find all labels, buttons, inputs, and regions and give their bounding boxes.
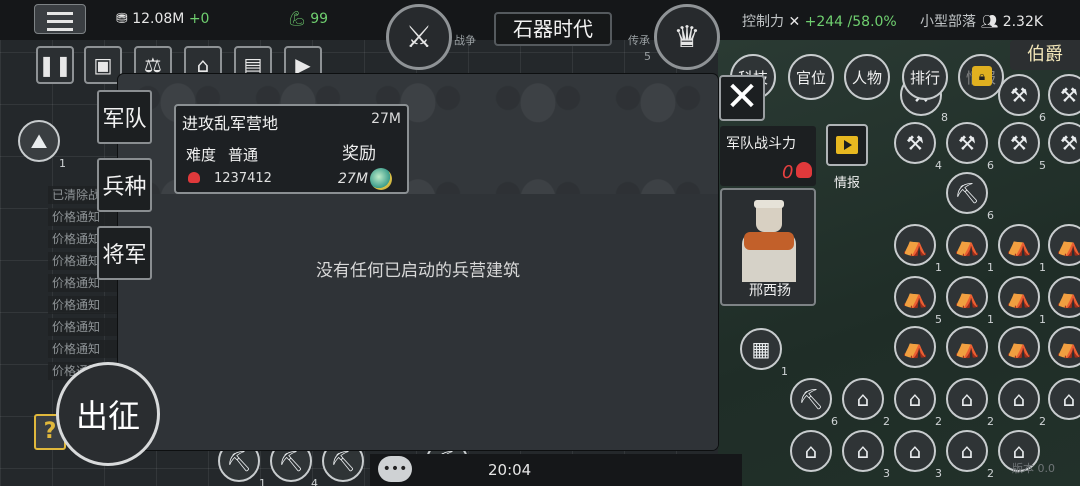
info-button[interactable] xyxy=(826,124,868,166)
general-card[interactable]: 邢西扬 xyxy=(720,188,816,306)
control-value: +244 xyxy=(804,14,844,30)
difficulty-value: 普通 xyxy=(228,146,259,164)
tab-army-label: 军队 xyxy=(102,107,147,132)
dialog-body xyxy=(118,194,718,450)
info-label: 情报 xyxy=(834,176,861,191)
mission-title: 进攻乱军营地 xyxy=(182,114,279,133)
difficulty-label: 难度 xyxy=(186,146,217,164)
legacy-label: 传承 xyxy=(628,34,650,47)
nav-people-label: 人物 xyxy=(851,68,882,87)
hammer-tile-icon[interactable]: ⚒ 6 xyxy=(946,122,994,172)
lock-icon: 🔒︎ xyxy=(972,66,992,86)
menu-button[interactable] xyxy=(34,4,86,34)
march-button[interactable]: 出征 xyxy=(56,362,160,466)
tent-tile-icon[interactable]: ⛺ 1 xyxy=(946,276,994,326)
tent-tile-icon[interactable]: ⛺ xyxy=(946,326,988,368)
hammer-tile-icon[interactable]: ⚒ 6 xyxy=(998,74,1046,124)
hammer-tile-icon[interactable]: ⚒ 4 xyxy=(894,122,942,172)
house-tile-icon[interactable]: ⌂ 2 xyxy=(946,378,994,428)
tent-tile-icon[interactable]: ⛺ 1 xyxy=(998,224,1046,274)
nav-ranking-label: 排行 xyxy=(909,68,940,87)
crossed-tools-icon: ✕ xyxy=(788,14,801,30)
save-button[interactable]: ▣ xyxy=(84,46,122,84)
muscle-icon: 💪︎ xyxy=(288,11,306,27)
rank-badge[interactable]: 伯爵 xyxy=(1010,40,1080,70)
house-tile-icon[interactable]: ⌂ 2 xyxy=(946,430,994,480)
empty-message: 没有任何已启动的兵营建筑 xyxy=(316,261,520,281)
chat-bar xyxy=(370,454,742,486)
save-icon: ▣ xyxy=(93,53,113,77)
tab-unit-types[interactable]: 兵种 xyxy=(97,158,152,212)
nav-office-label: 官位 xyxy=(795,68,826,87)
reward-label: 奖励 xyxy=(342,144,376,164)
control-label: 控制力 xyxy=(742,14,784,30)
general-name: 邢西扬 xyxy=(749,283,791,299)
house-tile-icon[interactable]: ⌂ xyxy=(790,430,832,472)
money-value: 12.08M xyxy=(132,11,185,27)
pickaxe-tile-icon[interactable]: ⛏ 6 xyxy=(790,378,838,428)
strength-stat: 💪︎ 99 xyxy=(288,11,328,27)
money-delta: +0 xyxy=(188,11,210,27)
house-tile-icon[interactable]: ⌂ 2 xyxy=(842,378,890,428)
skull-icon xyxy=(188,172,200,183)
army-power-panel: 军队战斗力 0 xyxy=(720,126,816,186)
pause-icon: ❚❚ xyxy=(38,53,72,77)
close-icon: ✕ xyxy=(725,74,759,120)
mission-reward-top: 27M xyxy=(371,111,401,127)
close-button[interactable]: ✕ xyxy=(719,75,765,121)
play-icon xyxy=(836,136,858,154)
crossed-swords-icon: ⚔ xyxy=(405,19,433,55)
nav-ranking[interactable]: 排行 xyxy=(902,54,948,100)
legacy-count: 5 xyxy=(644,50,651,63)
people-icon: 👥︎ xyxy=(980,14,999,30)
coins-icon: ⛃ xyxy=(116,11,128,27)
army-power-value: 0 xyxy=(782,162,794,183)
coin-icon xyxy=(370,168,392,190)
population-value: 2.32K xyxy=(1002,14,1044,30)
army-power-label: 军队战斗力 xyxy=(726,136,796,152)
fence-tile-icon[interactable]: ▦ 1 xyxy=(740,328,788,378)
war-label: 战争 xyxy=(454,34,476,47)
tab-unit-types-label: 兵种 xyxy=(102,175,147,200)
corner-tag: 版本 0.0 xyxy=(1012,462,1055,475)
tab-army[interactable]: 军队 xyxy=(97,90,152,144)
war-button[interactable]: ⚔ xyxy=(386,4,452,70)
house-tile-icon[interactable]: ⌂ 3 xyxy=(842,430,890,480)
reward-value: 27M xyxy=(338,171,368,187)
strength-value: 99 xyxy=(310,11,329,27)
log-item[interactable]: 价格通知 xyxy=(48,318,120,336)
tent-tile-icon[interactable]: ⛺ 1 xyxy=(998,276,1046,326)
house-tile-icon[interactable]: ⌂ 3 xyxy=(894,430,942,480)
control-percent: /58.0% xyxy=(847,14,897,30)
legacy-button[interactable]: ♛ xyxy=(654,4,720,70)
skull-icon xyxy=(796,162,812,178)
mission-card[interactable]: 进攻乱军营地 27M 难度 普通 奖励 1237412 27M xyxy=(174,104,409,194)
tent-tile-icon[interactable]: ⛺ 5 xyxy=(894,276,942,326)
clock: 20:04 xyxy=(488,461,532,479)
chat-icon[interactable]: ••• xyxy=(378,456,412,482)
tent-tile-icon[interactable]: ⛺ 1 xyxy=(894,224,942,274)
general-portrait xyxy=(736,198,802,282)
hammer-tile-icon[interactable]: ⚒ 5 xyxy=(998,122,1046,172)
tribe-label: 小型部落 xyxy=(920,14,976,30)
tent-tile-icon[interactable]: ⛺ 1 xyxy=(946,224,994,274)
enemy-power: 1237412 xyxy=(214,171,272,186)
pause-button[interactable]: ❚❚ xyxy=(36,46,74,84)
march-label: 出征 xyxy=(75,397,140,435)
nav-office[interactable]: 官位 xyxy=(788,54,834,100)
control-stat: 控制力 ✕ +244 /58.0% xyxy=(742,11,897,31)
nav-people[interactable]: 人物 xyxy=(844,54,890,100)
tent-tile-icon[interactable]: ⛺ xyxy=(894,326,936,368)
tent-tile-icon[interactable]: ⛺ xyxy=(998,326,1040,368)
era-title: 石器时代 xyxy=(494,12,612,46)
pickaxe-tile-icon[interactable]: ⛏ 6 xyxy=(946,172,994,222)
money-stat: ⛃ 12.08M +0 xyxy=(116,11,209,27)
log-item[interactable]: 价格通知 xyxy=(48,296,120,314)
log-item[interactable]: 价格通知 xyxy=(48,340,120,358)
tribe-stat: 小型部落 👥︎ 2.32K xyxy=(920,11,1043,31)
crown-icon: ♛ xyxy=(673,19,701,55)
rock-tile-icon[interactable]: ⛰ 1 xyxy=(18,120,66,170)
house-tile-icon[interactable]: ⌂ 2 xyxy=(894,378,942,428)
house-tile-icon[interactable]: ⌂ 2 xyxy=(998,378,1046,428)
